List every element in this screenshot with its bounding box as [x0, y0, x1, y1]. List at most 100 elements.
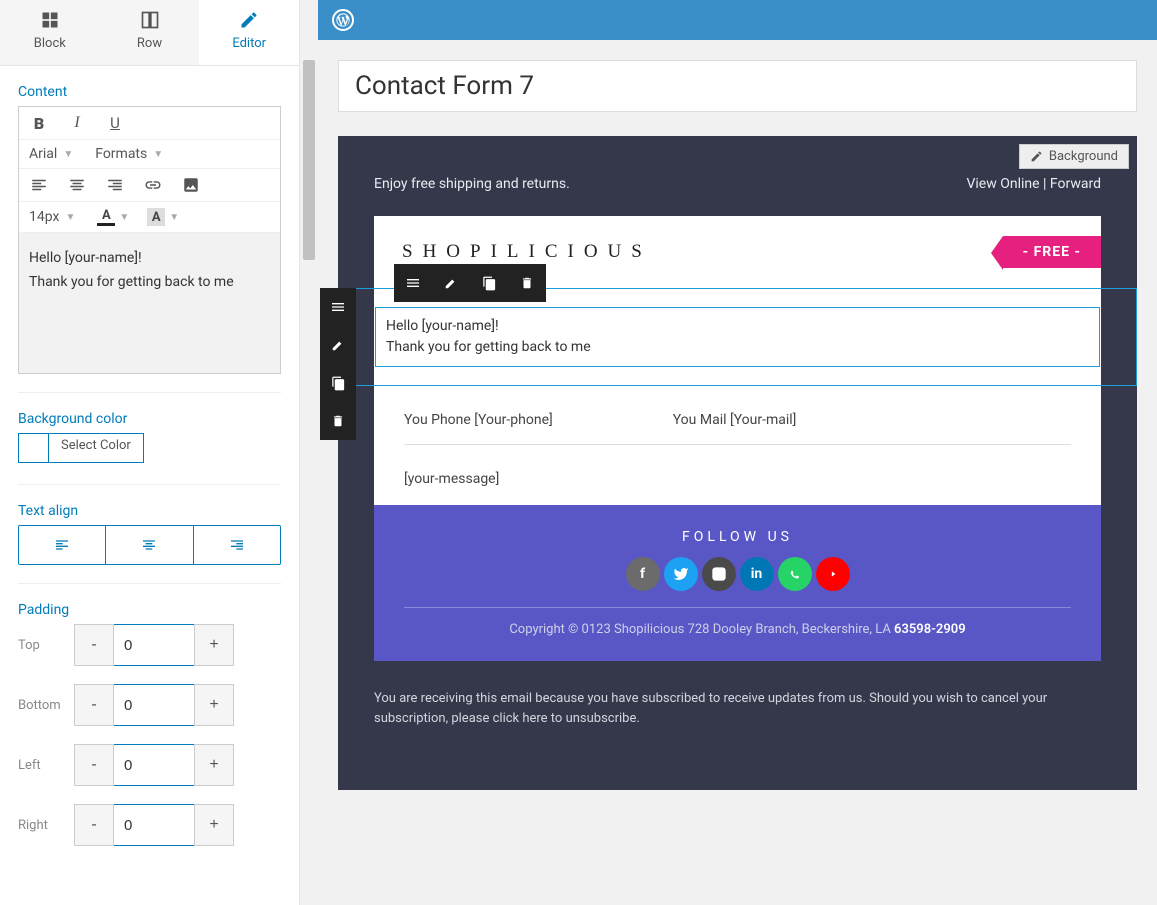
align-left-button[interactable] [29, 175, 49, 195]
padding-bottom-label: Bottom [18, 698, 74, 713]
follow-us-label: FOLLOW US [404, 529, 1071, 545]
facebook-icon[interactable]: f [626, 557, 660, 591]
align-right-button[interactable] [105, 175, 125, 195]
highlight-icon: A [147, 208, 165, 226]
linkedin-icon[interactable]: in [740, 557, 774, 591]
topbar [318, 0, 1157, 40]
bgcolor-picker[interactable]: Select Color [18, 433, 144, 463]
email-footer: FOLLOW US f in Copyright © 0123 Shopilic… [374, 505, 1101, 661]
row-drag-handle[interactable] [320, 288, 356, 326]
block-line: Thank you for getting back to me [386, 337, 1089, 358]
mail-text: You Mail [Your-mail] [673, 412, 797, 428]
email-header-bar: Enjoy free shipping and returns. View On… [338, 176, 1137, 216]
padding-bottom-decrement[interactable]: - [74, 684, 114, 726]
color-swatch [19, 434, 49, 462]
youtube-icon[interactable] [816, 557, 850, 591]
text-color-icon: A [97, 208, 115, 226]
selected-text-block[interactable]: Hello [your-name]! Thank you for getting… [375, 307, 1100, 367]
bold-button[interactable]: B [29, 113, 49, 133]
contact-info-row: You Phone [Your-phone] You Mail [Your-ma… [374, 386, 1101, 438]
block-drag-handle[interactable] [394, 264, 432, 302]
italic-button[interactable]: I [67, 113, 87, 133]
padding-top-increment[interactable]: + [194, 624, 234, 666]
twitter-icon[interactable] [664, 557, 698, 591]
block-duplicate-button[interactable] [470, 264, 508, 302]
block-edit-button[interactable] [432, 264, 470, 302]
tab-editor[interactable]: Editor [199, 0, 299, 65]
background-button-label: Background [1049, 149, 1118, 164]
padding-left-input[interactable] [114, 744, 194, 786]
row-duplicate-button[interactable] [320, 364, 356, 402]
align-center-button[interactable] [67, 175, 87, 195]
font-select[interactable]: Arial▼ [29, 146, 77, 162]
padding-bottom-input[interactable] [114, 684, 194, 726]
row-edit-button[interactable] [320, 326, 356, 364]
padding-title: Padding [18, 602, 281, 618]
editor-panel: Content B I U Arial▼ Formats▼ 14px▼ A▼ [0, 66, 299, 886]
instagram-icon[interactable] [702, 557, 736, 591]
padding-right-increment[interactable]: + [194, 804, 234, 846]
padding-top-input[interactable] [114, 624, 194, 666]
main-area: Contact Form 7 Background Enjoy free shi… [318, 0, 1157, 905]
image-button[interactable] [181, 175, 201, 195]
link-button[interactable] [143, 175, 163, 195]
chevron-down-icon: ▼ [169, 212, 179, 223]
whatsapp-icon[interactable] [778, 557, 812, 591]
copyright-text: Copyright © 0123 Shopilicious 728 Dooley… [404, 622, 1071, 637]
align-left-option[interactable] [19, 526, 105, 564]
block-delete-button[interactable] [508, 264, 546, 302]
content-title: Content [18, 84, 281, 100]
view-online-link[interactable]: View Online [966, 176, 1039, 192]
text-color-button[interactable]: A▼ [97, 208, 129, 226]
editor-line: Hello [your-name]! [29, 247, 270, 271]
tab-row[interactable]: Row [100, 0, 200, 65]
align-center-option[interactable] [105, 526, 192, 564]
brand-logo-text: SHOPILICIOUS [402, 241, 652, 263]
pencil-icon [239, 10, 259, 30]
padding-left-increment[interactable]: + [194, 744, 234, 786]
align-right-option[interactable] [193, 526, 280, 564]
padding-top-decrement[interactable]: - [74, 624, 114, 666]
padding-left-decrement[interactable]: - [74, 744, 114, 786]
padding-right-input[interactable] [114, 804, 194, 846]
chevron-down-icon: ▼ [119, 212, 129, 223]
underline-button[interactable]: U [105, 113, 125, 133]
pencil-icon [1030, 150, 1043, 163]
chevron-down-icon: ▼ [153, 149, 163, 160]
forward-link[interactable]: Forward [1050, 176, 1101, 192]
bgcolor-title: Background color [18, 411, 281, 427]
padding-bottom-increment[interactable]: + [194, 684, 234, 726]
row-delete-button[interactable] [320, 402, 356, 440]
fontsize-select[interactable]: 14px▼ [29, 209, 79, 225]
textalign-title: Text align [18, 503, 281, 519]
social-icons: f in [404, 557, 1071, 591]
phone-text: You Phone [Your-phone] [404, 412, 553, 428]
formats-select[interactable]: Formats▼ [95, 146, 167, 162]
padding-right-decrement[interactable]: - [74, 804, 114, 846]
tab-editor-label: Editor [232, 36, 266, 51]
padding-controls: Top - + Bottom - + Left - + Right - + [18, 624, 281, 846]
footer-divider [404, 607, 1071, 608]
background-button[interactable]: Background [1019, 144, 1129, 169]
scrollbar-thumb[interactable] [303, 60, 315, 260]
tab-block[interactable]: Block [0, 0, 100, 65]
selected-row: Hello [your-name]! Thank you for getting… [374, 288, 1101, 386]
grid-icon [40, 10, 60, 30]
template-title-input[interactable]: Contact Form 7 [338, 60, 1137, 112]
row-toolbar [320, 288, 356, 440]
free-badge: - FREE - [1003, 236, 1101, 268]
editor-sidebar: Block Row Editor Content B I U Arial▼ Fo… [0, 0, 300, 905]
sidebar-scrollbar[interactable] [300, 0, 318, 905]
padding-left-label: Left [18, 758, 74, 773]
rich-text-editor: B I U Arial▼ Formats▼ 14px▼ A▼ A▼ H [18, 106, 281, 374]
wordpress-logo-icon[interactable] [332, 9, 354, 31]
tab-block-label: Block [34, 36, 66, 51]
editor-textarea[interactable]: Hello [your-name]! Thank you for getting… [19, 233, 280, 373]
disclaimer-text: You are receiving this email because you… [338, 661, 1137, 756]
chevron-down-icon: ▼ [65, 212, 75, 223]
bg-color-button[interactable]: A▼ [147, 208, 179, 226]
email-canvas: Background Enjoy free shipping and retur… [338, 136, 1137, 790]
select-color-label: Select Color [49, 434, 143, 462]
block-line: Hello [your-name]! [386, 316, 1089, 337]
padding-top-label: Top [18, 638, 74, 653]
